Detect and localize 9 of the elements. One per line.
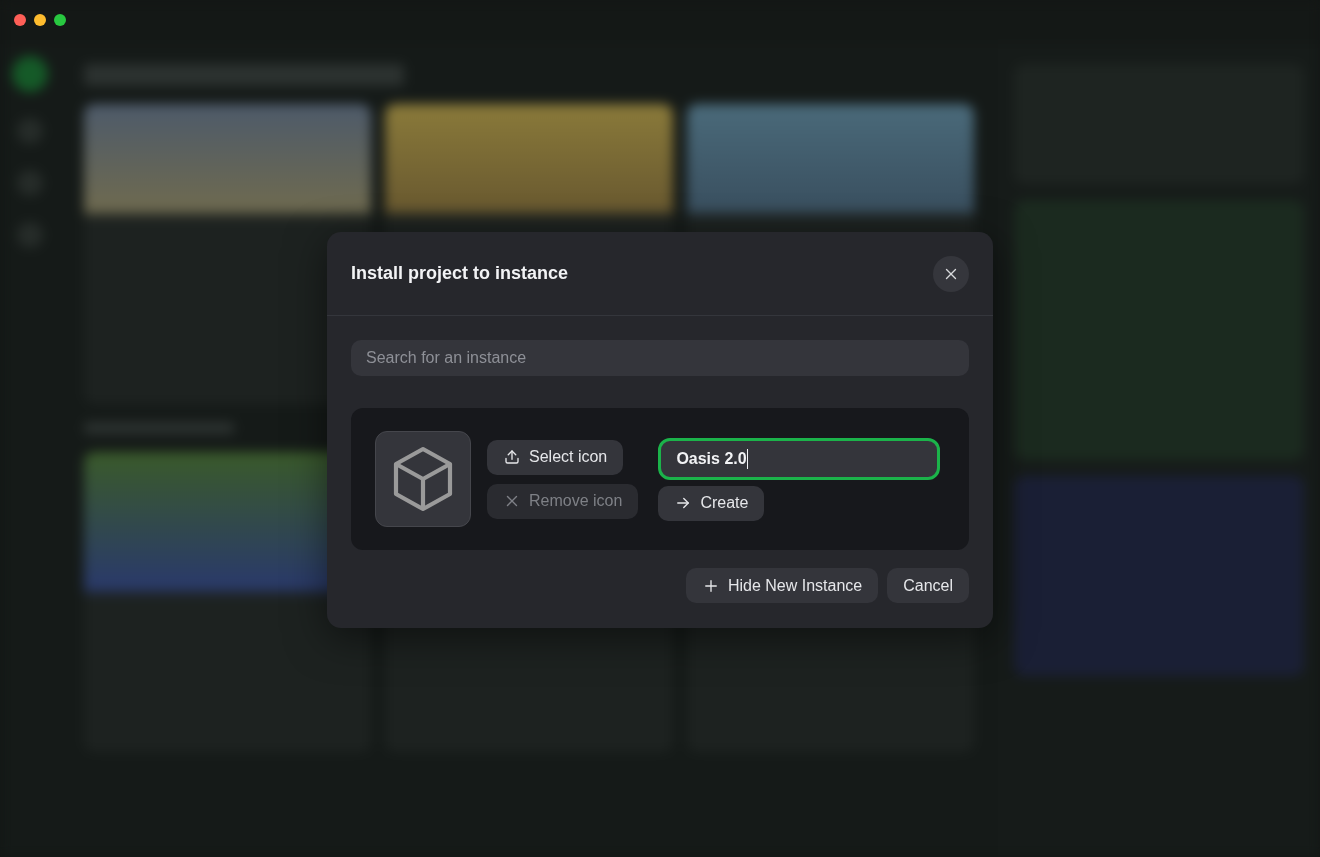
select-icon-button[interactable]: Select icon [487, 439, 624, 475]
cancel-button[interactable]: Cancel [887, 568, 969, 603]
create-button[interactable]: Create [658, 485, 765, 521]
upload-icon [503, 448, 521, 466]
dialog-title: Install project to instance [351, 263, 569, 284]
close-button[interactable] [933, 255, 969, 292]
search-field[interactable]: Search for an instance [351, 340, 969, 376]
hide-new-instance-button[interactable]: Hide New Instance [685, 568, 879, 603]
instance-name-field[interactable]: Oasis 2.0 [658, 437, 941, 480]
